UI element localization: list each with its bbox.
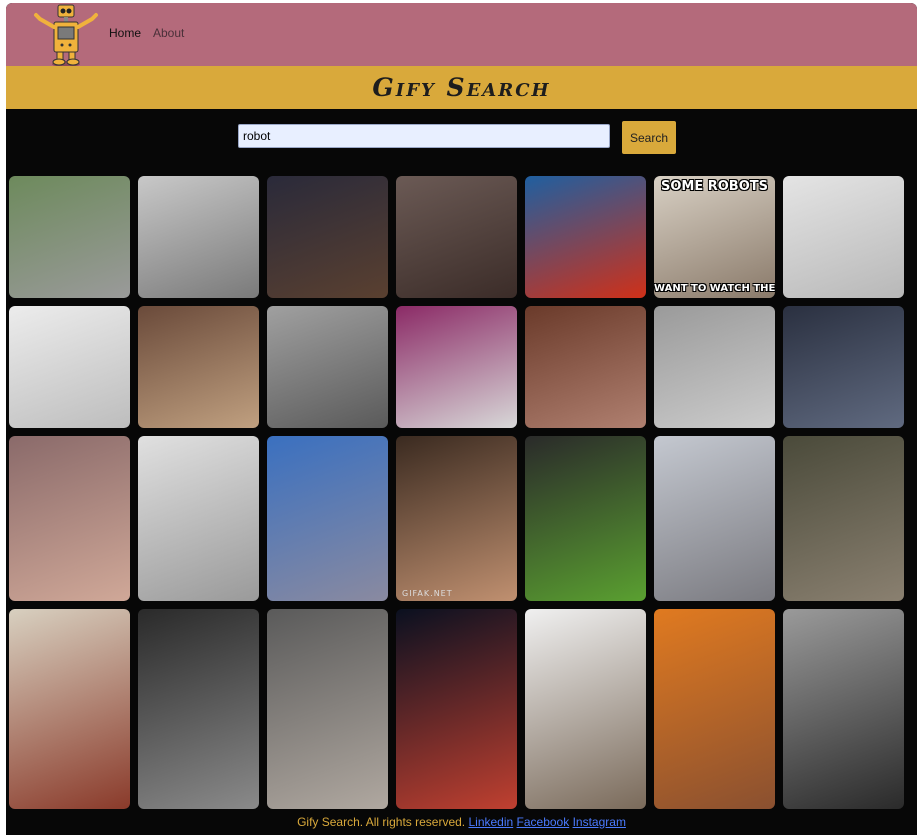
page-title: Gify Search xyxy=(372,73,551,102)
navbar: Home About xyxy=(6,3,917,67)
gif-result-pixel-robot-heart-eyes[interactable] xyxy=(396,306,517,428)
gif-result-robot-soccer-field[interactable] xyxy=(525,436,646,601)
gif-result-walking-stick-robot[interactable] xyxy=(783,176,904,298)
footer-text: Gify Search. All rights reserved. xyxy=(297,815,466,829)
gif-result-robot-on-blanket[interactable] xyxy=(783,306,904,428)
gif-caption-top: SOME ROBOTS xyxy=(660,179,768,194)
gif-result-metropolis-robot-rings[interactable] xyxy=(138,609,259,809)
gif-result-ultraman-in-space[interactable] xyxy=(396,609,517,809)
gif-result-boxy-costume-robot-on-street[interactable] xyxy=(138,176,259,298)
gif-result-giant-robot-city[interactable] xyxy=(267,436,388,601)
gif-result-toy-robots-on-table[interactable] xyxy=(267,176,388,298)
footer: Gify Search. All rights reserved. Linked… xyxy=(0,815,923,837)
gif-result-cyberman-robot-on-lawn[interactable] xyxy=(9,176,130,298)
search-input[interactable] xyxy=(238,124,610,148)
gif-caption-bottom: WANT TO WATCH THE WORLD xyxy=(654,283,775,294)
gif-result-two-vintage-robots[interactable] xyxy=(525,306,646,428)
gif-result-transformer-robot-sculpture[interactable] xyxy=(396,176,517,298)
search-button[interactable]: Search xyxy=(622,121,676,154)
gif-result-wheeled-robot-in-warehouse[interactable] xyxy=(267,609,388,809)
gif-watermark: GIFAK.NET xyxy=(402,589,453,598)
gif-result-robot-in-garage[interactable] xyxy=(783,436,904,601)
nav-home-link[interactable]: Home xyxy=(109,26,141,40)
gif-result-robot-baby-face[interactable]: GIFAK.NET xyxy=(396,436,517,601)
title-bar: Gify Search xyxy=(6,66,917,109)
gif-result-robot-in-office[interactable] xyxy=(654,306,775,428)
gif-result-robot-with-wires[interactable] xyxy=(9,609,130,809)
gif-result-grey-humanoid-robot-outdoors[interactable] xyxy=(654,436,775,601)
gif-result-robotic-arm-render[interactable] xyxy=(9,306,130,428)
gif-result-robot-head-with-caption[interactable]: SOME ROBOTS WANT TO WATCH THE WORLD xyxy=(654,176,775,298)
footer-link-linkedin[interactable]: Linkedin xyxy=(468,815,513,829)
gif-result-blue-toy-robot-face[interactable] xyxy=(525,176,646,298)
robot-logo-icon[interactable] xyxy=(26,3,106,67)
footer-link-facebook[interactable]: Facebook xyxy=(517,815,570,829)
footer-link-instagram[interactable]: Instagram xyxy=(573,815,626,829)
gif-result-boxy-robot-walking[interactable] xyxy=(525,609,646,809)
gif-result-mechanical-robot-head[interactable] xyxy=(138,306,259,428)
gif-result-humanoid-robot-in-lab[interactable] xyxy=(267,306,388,428)
gif-result-gort-robot-visor[interactable] xyxy=(783,609,904,809)
gif-results-grid: SOME ROBOTS WANT TO WATCH THE WORLD GIFAK.… xyxy=(9,176,904,809)
gif-result-cartoon-robot-hands[interactable] xyxy=(654,609,775,809)
nav-about-link[interactable]: About xyxy=(153,26,184,40)
gif-result-walking-mech-outdoors[interactable] xyxy=(138,436,259,601)
gif-result-sophia-android-face[interactable] xyxy=(9,436,130,601)
